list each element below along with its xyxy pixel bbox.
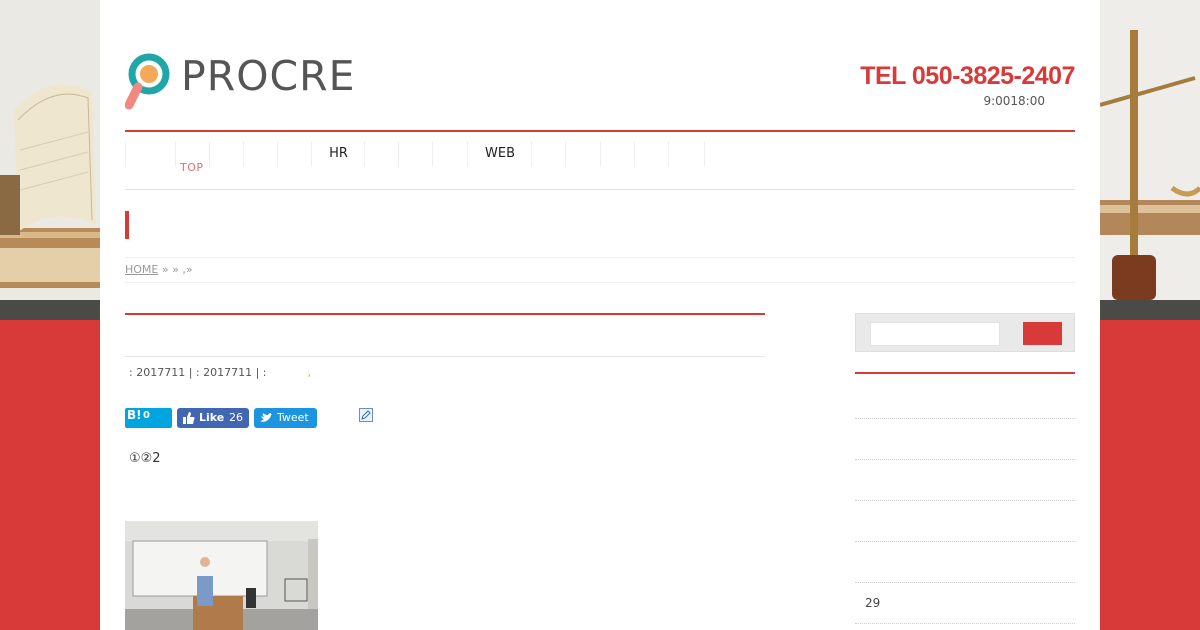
nav-item-label: WEB [485, 146, 515, 161]
nav-item-blank[interactable] [364, 141, 399, 167]
nav-item-web[interactable]: WEB [467, 141, 532, 167]
nav-item-blank[interactable] [277, 141, 312, 167]
post-image-lecture-photo[interactable] [125, 521, 318, 630]
background-red-band [0, 320, 100, 630]
post-meta-text: : 2017711 | : 2017711 | : [129, 366, 267, 379]
nav-item-blank[interactable] [125, 141, 176, 167]
facebook-like-button[interactable]: Like 26 [177, 408, 249, 428]
magnifier-logo-icon [125, 53, 170, 110]
nav-divider [125, 189, 1075, 190]
post-header-divider [125, 356, 765, 357]
sidebar-list-divider [855, 582, 1075, 583]
thumbs-up-icon [183, 412, 195, 424]
page-title-accent [125, 211, 129, 239]
tweet-button[interactable]: Tweet [254, 408, 317, 428]
search-button[interactable] [1023, 322, 1062, 345]
post-content-text: ①②2 [129, 451, 161, 466]
hatena-count: 0 [143, 410, 150, 421]
business-hours: 9:0018:00 [983, 94, 1045, 108]
background-books-photo [0, 0, 100, 320]
sidebar-list-divider [855, 459, 1075, 460]
background-scales-photo [1100, 0, 1200, 320]
background-red-band [1100, 320, 1200, 630]
nav-item-blank[interactable] [243, 141, 278, 167]
sidebar-list-divider [855, 500, 1075, 501]
breadcrumb-divider [125, 282, 1075, 283]
hatena-bookmark-button[interactable]: B! 0 [125, 408, 172, 428]
background-right [1100, 0, 1200, 630]
post-title-rule [125, 313, 765, 315]
post-meta-category[interactable]: , [308, 366, 312, 379]
breadcrumb-home-link[interactable]: HOME [125, 263, 158, 276]
site-logo[interactable]: PROCRE [125, 50, 355, 112]
hatena-label: B! [127, 408, 142, 422]
nav-item-blank[interactable] [668, 141, 705, 167]
tweet-label: Tweet [277, 411, 309, 424]
nav-item-hr[interactable]: HR [311, 141, 365, 167]
facebook-like-count: 26 [229, 411, 243, 424]
title-divider [125, 257, 1075, 258]
nav-item-blank[interactable] [634, 141, 669, 167]
facebook-like-label: Like [199, 411, 225, 424]
sidebar-list-divider [855, 418, 1075, 419]
nav-item-blank[interactable] [398, 141, 433, 167]
sidebar-search-box [855, 313, 1075, 352]
nav-item-blank[interactable] [432, 141, 468, 167]
breadcrumb: HOME » » ,» [125, 263, 193, 276]
nav-item-blank[interactable] [600, 141, 635, 167]
phone-number[interactable]: TEL 050-3825-2407 [860, 62, 1075, 91]
nav-item-blank[interactable] [531, 141, 566, 167]
search-input[interactable] [870, 322, 1000, 346]
sidebar-heading-rule [855, 372, 1075, 374]
pencil-icon[interactable] [359, 408, 373, 422]
page-container: PROCRE TEL 050-3825-2407 9:0018:00 HR WE… [100, 0, 1100, 630]
post-meta: : 2017711 | : 2017711 | : , [129, 366, 311, 379]
sidebar-list-divider [855, 623, 1075, 624]
sidebar-list-divider [855, 541, 1075, 542]
background-left [0, 0, 100, 630]
nav-top-label[interactable]: TOP [180, 161, 204, 174]
sidebar-list-item[interactable]: 29 [865, 596, 880, 610]
logo-text: PROCRE [181, 52, 356, 100]
nav-item-blank[interactable] [209, 141, 244, 167]
header-divider [125, 130, 1075, 132]
breadcrumb-trail: » » ,» [158, 263, 193, 276]
nav-item-label: HR [329, 146, 348, 161]
twitter-bird-icon [260, 413, 272, 422]
nav-item-blank[interactable] [565, 141, 601, 167]
